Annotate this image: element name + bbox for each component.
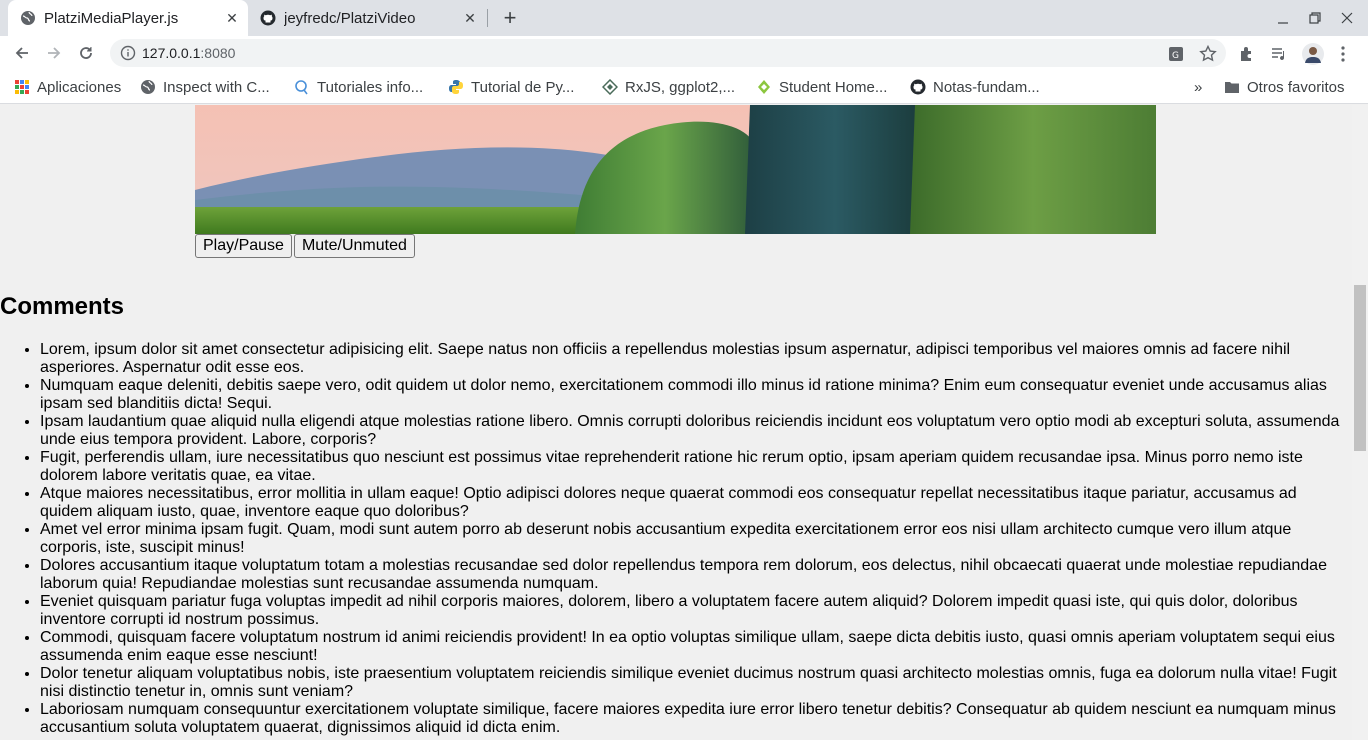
bookmark-notas[interactable]: Notas-fundam... [910,77,1040,97]
video-frame-image [195,105,1156,234]
comment-item: Amet vel error minima ipsam fugit. Quam,… [40,521,1350,557]
bookmark-label: Tutoriales info... [317,78,424,96]
play-pause-button[interactable]: Play/Pause [195,234,292,258]
comments-heading: Comments [0,293,125,320]
info-icon[interactable] [120,45,136,61]
bookmark-tutoriales[interactable]: Tutoriales info... [294,77,423,97]
comment-item: Laboriosam numquam consequuntur exercita… [40,701,1350,737]
comments-list: Lorem, ipsum dolor sit amet consectetur … [40,341,1350,737]
scrollbar-thumb[interactable] [1354,285,1366,451]
profile-avatar[interactable] [1302,43,1324,65]
video-player[interactable] [195,105,1156,234]
github-icon [260,10,276,26]
bookmark-star-icon[interactable] [1199,45,1217,63]
tab-platzi-media-player[interactable]: PlatziMediaPlayer.js ✕ [8,0,248,36]
bookmark-python[interactable]: Tutorial de Py... [448,77,574,97]
close-window-icon[interactable] [1331,0,1363,36]
apps-grid-icon [15,80,29,94]
browser-toolbar: 127.0.0.1:8080 G [0,36,1368,70]
bookmark-aplicaciones[interactable]: Aplicaciones [14,77,121,97]
bookmark-student-home[interactable]: Student Home... [756,77,887,97]
tab-title: jeyfredc/PlatziVideo [284,9,416,27]
tab-title: PlatziMediaPlayer.js [44,9,179,27]
close-tab-icon[interactable]: ✕ [224,10,240,26]
folder-icon [1225,82,1239,93]
bookmark-label: Inspect with C... [163,78,270,96]
comment-item: Dolor tenetur aliquam voluptatibus nobis… [40,665,1350,701]
minimize-icon[interactable] [1267,0,1299,36]
close-tab-icon[interactable]: ✕ [462,10,478,26]
bookmarks-bar: Aplicaciones Inspect with C... Tutoriale… [0,70,1368,104]
bookmark-label: Aplicaciones [37,78,122,96]
url-text: 127.0.0.1:8080 [142,45,236,61]
github-icon [910,79,926,95]
bookmark-rxjs[interactable]: RxJS, ggplot2,... [602,77,735,97]
globe-icon [141,80,155,94]
back-arrow-icon[interactable] [10,41,34,65]
tab-platzivideo[interactable]: jeyfredc/PlatziVideo ✕ [250,0,486,36]
comment-item: Fugit, perferendis ullam, iure necessita… [40,449,1350,485]
bookmark-label: RxJS, ggplot2,... [625,78,736,96]
python-icon [449,80,463,94]
svg-text:G: G [1172,51,1179,61]
bookmark-label: Student Home... [779,78,888,96]
restore-icon[interactable] [1299,0,1331,36]
tab-separator [487,9,488,27]
bookmark-label: Notas-fundam... [933,78,1040,96]
bookmark-label: Tutorial de Py... [471,78,575,96]
student-icon [758,80,770,94]
bookmark-label: Otros favoritos [1247,78,1345,96]
bookmark-inspect[interactable]: Inspect with C... [140,77,270,97]
comment-item: Lorem, ipsum dolor sit amet consectetur … [40,341,1350,377]
search-bubble-icon [295,80,308,95]
other-bookmarks-folder[interactable]: Otros favoritos [1224,77,1345,97]
comment-item: Atque maiores necessitatibus, error moll… [40,485,1350,521]
menu-kebab-icon[interactable] [1334,45,1352,63]
comment-item: Eveniet quisquam pariatur fuga voluptas … [40,593,1350,629]
page-viewport: Play/Pause Mute/Unmuted Comments Lorem, … [0,105,1352,740]
translate-icon[interactable]: G [1167,45,1185,63]
comment-item: Ipsam laudantium quae aliquid nulla elig… [40,413,1350,449]
diamond-icon [602,79,618,95]
media-queue-icon[interactable] [1270,45,1288,63]
new-tab-plus-icon[interactable]: + [498,5,522,30]
comment-item: Numquam eaque deleniti, debitis saepe ve… [40,377,1350,413]
tab-strip: PlatziMediaPlayer.js ✕ jeyfredc/PlatziVi… [0,0,1368,36]
comment-item: Commodi, quisquam facere voluptatum nost… [40,629,1350,665]
globe-icon [21,11,35,25]
extensions-puzzle-icon[interactable] [1238,45,1256,63]
reload-icon[interactable] [74,41,98,65]
page-scrollbar[interactable] [1352,105,1368,740]
address-bar[interactable]: 127.0.0.1:8080 [110,39,1226,67]
player-controls: Play/Pause Mute/Unmuted [195,234,415,258]
comment-item: Dolores accusantium itaque voluptatum to… [40,557,1350,593]
mute-unmute-button[interactable]: Mute/Unmuted [293,234,415,258]
more-bookmarks-chevron[interactable]: » [1194,77,1202,97]
forward-arrow-icon[interactable] [42,41,66,65]
